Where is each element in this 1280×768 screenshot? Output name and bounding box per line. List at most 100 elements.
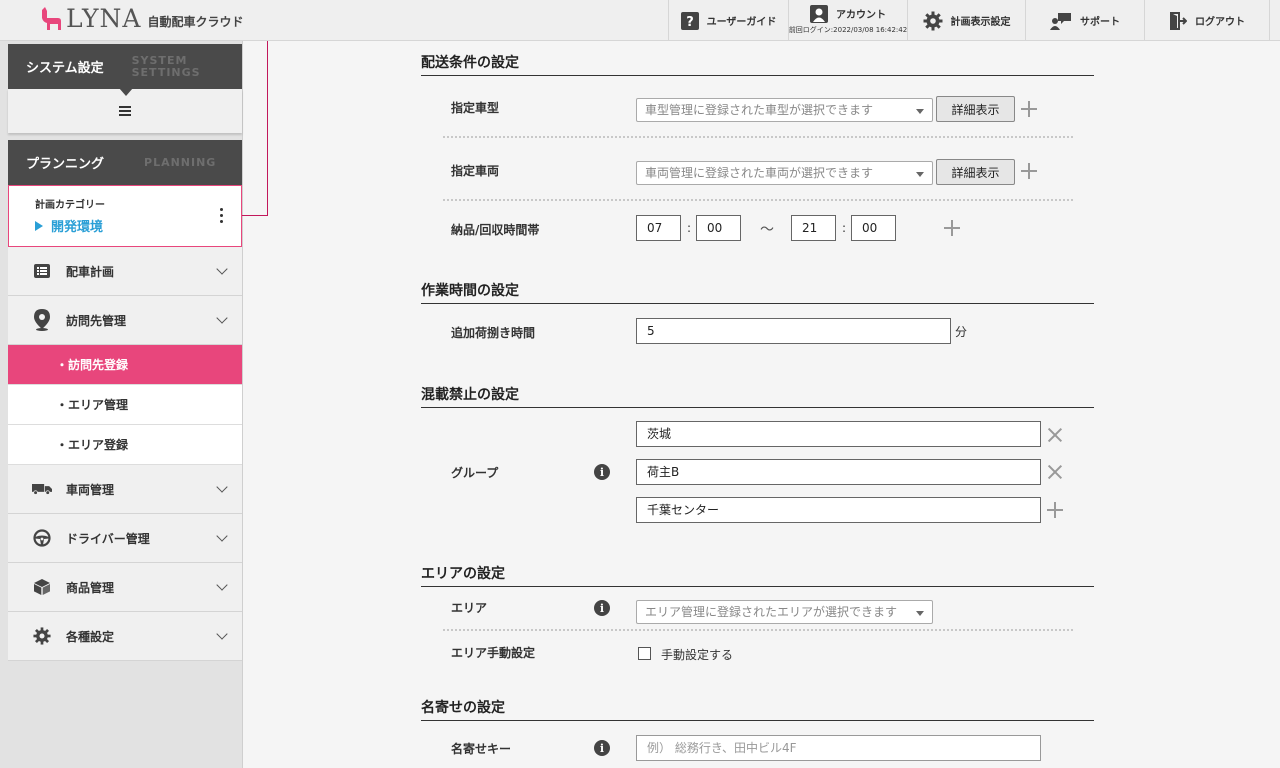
logout-door-icon [1169,11,1187,30]
steering-wheel-icon [32,529,52,547]
area-label: エリア [451,601,488,615]
info-icon[interactable]: i [594,464,610,480]
sidebar-item-label: 配車計画 [66,264,115,279]
time-window-label: 納品/回収時間帯 [451,223,540,237]
time-colon: : [842,221,847,235]
start-hour-input[interactable]: 07 [636,215,681,241]
area-section-title: エリアの設定 [421,563,1094,587]
add-group-plus-icon[interactable] [1047,502,1063,518]
chevron-down-icon [216,312,228,324]
minutes-unit: 分 [955,325,968,339]
vehicle-detail-button[interactable]: 詳細表示 [936,159,1015,185]
gear-icon [32,627,52,645]
group-input[interactable]: 千葉センター [636,497,1041,523]
app-logo[interactable]: LYNA 自動配車クラウド [38,4,243,34]
info-icon[interactable]: i [594,600,610,616]
support-button[interactable]: サポート [1025,0,1144,41]
sidebar-item-products[interactable]: 商品管理 [8,563,242,612]
divider [443,136,1073,138]
mix-section-title: 混載禁止の設定 [421,384,1094,408]
add-vehicle-type-plus-icon[interactable] [1021,101,1037,117]
chevron-down-icon [216,481,228,493]
planning-en: PLANNING [144,155,217,169]
end-hour-input[interactable]: 21 [791,215,836,241]
manual-setting-checkbox-label[interactable]: 手動設定する [661,646,733,663]
plan-category-box[interactable]: 計画カテゴリー 開発環境 [8,185,242,247]
extra-handling-time-input[interactable]: 5 [636,318,951,344]
gear-icon [923,11,943,31]
planning-header[interactable]: プランニング PLANNING [8,140,242,185]
list-icon [32,264,52,278]
help-icon: ? [680,11,699,30]
account-button[interactable]: アカウント 前回ログイン:2022/03/08 16:42:42 [788,0,907,41]
vehicle-type-detail-button[interactable]: 詳細表示 [936,96,1015,122]
kebab-menu-icon[interactable] [220,208,223,223]
group-input[interactable]: 荷主B [636,459,1041,485]
chevron-down-icon [216,579,228,591]
divider [443,629,1073,631]
add-time-window-plus-icon[interactable] [944,220,960,236]
sidebar-item-label: 各種設定 [66,629,115,644]
extra-handling-time-label: 追加荷捌き時間 [451,326,536,340]
work-section-title: 作業時間の設定 [421,280,1094,304]
logout-label: ログアウト [1195,17,1245,28]
sidebar-item-destinations[interactable]: 訪問先管理 [8,296,242,345]
sidebar-item-label: 商品管理 [66,580,115,595]
time-range-tilde: 〜 [760,222,774,238]
time-colon: : [687,221,692,235]
naming-key-label: 名寄せキー [451,742,512,756]
system-settings-header[interactable]: システム設定 SYSTEM SETTINGS [8,44,242,96]
sidebar-item-dispatch-plan[interactable]: 配車計画 [8,247,242,296]
support-chat-icon [1050,12,1072,30]
system-settings-section: システム設定 SYSTEM SETTINGS [8,44,242,133]
logo-text: LYNA [66,4,142,33]
area-placeholder: エリア管理に登録されたエリアが選択できます [645,605,898,619]
display-settings-label: 計画表示設定 [950,17,1011,28]
manual-setting-checkbox[interactable] [638,647,651,660]
system-settings-en: SYSTEM SETTINGS [131,53,201,79]
end-minute-input[interactable]: 00 [851,215,896,241]
sidebar-item-drivers[interactable]: ドライバー管理 [8,514,242,563]
info-icon[interactable]: i [594,740,610,756]
chevron-down-icon [216,530,228,542]
vehicle-type-placeholder: 車型管理に登録された車型が選択できます [645,103,874,117]
main-content: 配送条件の設定 指定車型 車型管理に登録された車型が選択できます 詳細表示 指定… [243,41,1280,768]
support-label: サポート [1080,17,1120,28]
naming-section-title: 名寄せの設定 [421,697,1094,721]
chevron-down-icon [216,628,228,640]
planning-section: プランニング PLANNING 計画カテゴリー 開発環境 配車計画 訪問先管理 [8,140,242,661]
dropdown-arrow-icon [916,109,924,114]
sidebar-item-vehicles[interactable]: 車両管理 [8,465,242,514]
sidebar-item-label: 訪問先管理 [66,313,127,328]
logo-subtitle: 自動配車クラウド [147,14,244,29]
header-notch [119,88,133,96]
llama-logo-icon [42,7,61,30]
dropdown-arrow-icon [916,172,924,177]
user-guide-button[interactable]: ? ユーザーガイド [668,0,788,41]
sidebar-item-settings[interactable]: 各種設定 [8,612,242,661]
sidebar-subitem-area-management[interactable]: ・エリア管理 [8,385,242,425]
area-manual-label: エリア手動設定 [451,646,536,660]
sidebar-subitem-destination-register[interactable]: ・訪問先登録 [8,345,242,385]
vehicle-type-select[interactable]: 車型管理に登録された車型が選択できます [636,98,933,122]
group-input[interactable]: 茨城 [636,421,1041,447]
svg-text:?: ? [686,15,694,30]
remove-group-close-icon[interactable] [1048,465,1062,479]
box-icon [32,578,52,596]
naming-key-input[interactable]: 例） 総務行き、田中ビル4F [636,735,1041,761]
area-select[interactable]: エリア管理に登録されたエリアが選択できます [636,600,933,624]
hamburger-icon [119,106,131,116]
map-pin-icon [32,309,52,331]
planning-title: プランニング [26,157,105,172]
logout-button[interactable]: ログアウト [1144,0,1270,41]
divider [443,199,1073,201]
add-vehicle-plus-icon[interactable] [1021,163,1037,179]
dropdown-arrow-icon [916,611,924,616]
start-minute-input[interactable]: 00 [696,215,741,241]
remove-group-close-icon[interactable] [1048,428,1062,442]
display-settings-button[interactable]: 計画表示設定 [907,0,1025,41]
vehicle-select[interactable]: 車両管理に登録された車両が選択できます [636,161,933,185]
plan-category-value: 開発環境 [35,216,241,235]
sidebar-subitem-area-register[interactable]: ・エリア登録 [8,425,242,465]
account-label: アカウント [836,10,886,21]
